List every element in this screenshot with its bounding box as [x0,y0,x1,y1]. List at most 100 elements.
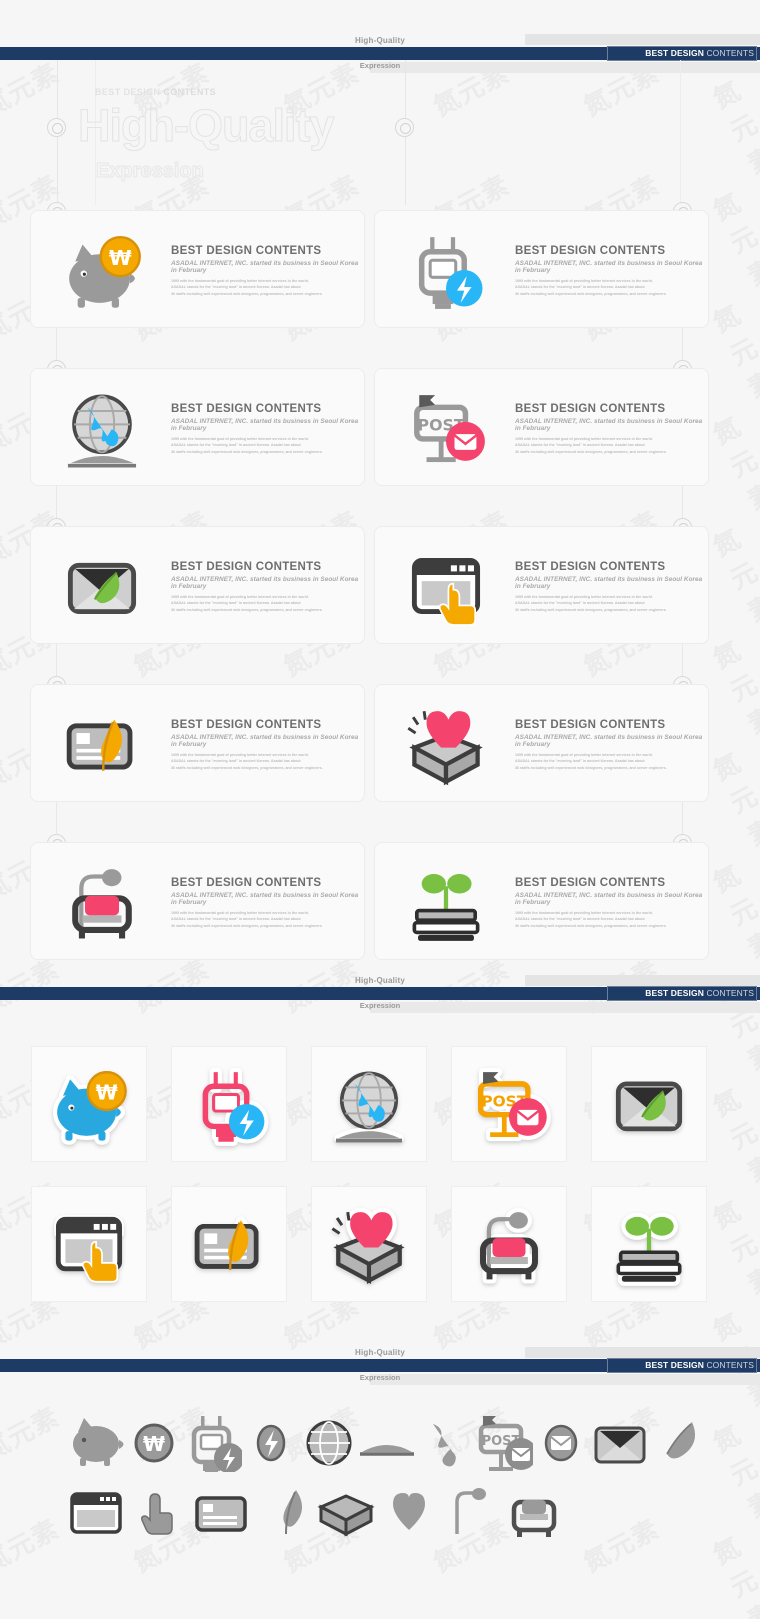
card-body: 1995 with the fundamental goal of provid… [515,436,703,455]
business-card-icon[interactable] [191,1480,251,1542]
card-body: 1995 with the fundamental goal of provid… [515,910,703,929]
open-book-icon[interactable] [357,1410,417,1472]
business-card-quill-icon [43,699,161,789]
header2-brand-label: BEST DESIGN CONTENTS [645,987,754,1000]
sticker-cell-eco-mail[interactable] [591,1046,707,1162]
feature-card-heart-box[interactable]: BEST DESIGN CONTENTS ASADAL INTERNET, IN… [374,684,709,802]
feature-card-power-plug-energy[interactable]: BEST DESIGN CONTENTS ASADAL INTERNET, IN… [374,210,709,328]
card-body-line-3: 36 staffs including well experienced web… [515,291,667,296]
power-plug-icon[interactable] [182,1410,245,1475]
sticker-cell-sprout-books[interactable] [591,1186,707,1302]
feature-card-card-quill[interactable]: BEST DESIGN CONTENTS ASADAL INTERNET, IN… [30,684,365,802]
card-lead: ASADAL INTERNET, INC. started its busine… [515,418,703,432]
card-heading: BEST DESIGN CONTENTS [171,719,322,731]
world-map-icon[interactable] [415,1410,475,1472]
feature-card-sprout-books[interactable]: BEST DESIGN CONTENTS ASADAL INTERNET, IN… [374,842,709,960]
watermark-mark: 氮元素 [706,629,760,741]
heart-icon[interactable] [379,1480,439,1542]
card-lead: ASADAL INTERNET, INC. started its busine… [171,260,359,274]
card-lead: ASADAL INTERNET, INC. started its busine… [515,734,703,748]
card-body: 1995 with the fundamental goal of provid… [171,752,359,771]
brand-bold: BEST DESIGN [645,48,704,58]
piggy-icon[interactable] [66,1410,126,1472]
hero-ring-right [395,118,414,137]
card-heading: BEST DESIGN CONTENTS [515,719,666,731]
card-body: 1995 with the fundamental goal of provid… [515,752,703,771]
sticker-cell-browser-click[interactable] [31,1186,147,1302]
quill-icon[interactable] [254,1480,314,1542]
envelope-leaf-icon [43,541,161,631]
card-text-block: BEST DESIGN CONTENTS ASADAL INTERNET, IN… [171,561,359,613]
section-header-3: High-Quality BEST DESIGN CONTENTS Expres… [0,1347,760,1394]
svg-text:₩: ₩ [143,1432,165,1456]
power-plug-icon [202,1068,269,1146]
sticker-cell-sofa-lamp[interactable] [451,1186,567,1302]
hero-subtitle: Expression [96,160,205,183]
card-heading: BEST DESIGN CONTENTS [515,877,666,889]
hero-kicker-bold: BEST DESIGN [95,87,161,97]
card-body: 1995 with the fundamental goal of provid… [515,278,703,297]
card-lead: ASADAL INTERNET, INC. started its busine… [515,576,703,590]
hero-guide-line-4 [680,60,681,205]
post-mailbox-icon: POST [387,383,505,473]
card-lead: ASADAL INTERNET, INC. started its busine… [171,576,359,590]
svg-text:₩: ₩ [109,246,132,270]
watermark-mark: 氮元素 [706,1525,760,1619]
pointing-hand-icon[interactable] [129,1480,189,1542]
watermark-mark: 氮元素 [706,741,760,853]
feature-card-post-mailbox[interactable]: POST BEST DESIGN CONTENTS ASADAL INTERNE… [374,368,709,486]
post-mailbox-icon[interactable]: POST [473,1410,538,1472]
card-body: 1995 with the fundamental goal of provid… [171,278,359,297]
sofa-lamp-icon [480,1208,538,1284]
card-heading: BEST DESIGN CONTENTS [171,245,322,257]
envelope-icon[interactable] [590,1410,650,1472]
svg-text:₩: ₩ [96,1080,118,1104]
sticker-cell-card-quill[interactable] [171,1186,287,1302]
card-heading: BEST DESIGN CONTENTS [515,403,666,415]
card-lead: ASADAL INTERNET, INC. started its busine… [515,260,703,274]
card-body-line-3: 36 staffs including well experienced web… [171,923,323,928]
header3-grey-band [525,1347,760,1358]
watermark-mark: 氮元素 [706,517,760,629]
feature-card-browser-click[interactable]: BEST DESIGN CONTENTS ASADAL INTERNET, IN… [374,526,709,644]
watermark-mark: 氮元素 [706,1077,760,1189]
floor-lamp-icon[interactable] [441,1480,501,1542]
card-heading: BEST DESIGN CONTENTS [171,403,322,415]
lightning-icon[interactable] [241,1410,301,1472]
sticker-cell-piggy-bank-won[interactable]: ₩ ₩ [31,1046,147,1162]
card-heading: BEST DESIGN CONTENTS [515,245,666,257]
card-body: 1995 with the fundamental goal of provid… [515,594,703,613]
business-card-quill-icon [194,1216,259,1270]
card-body-line-3: 36 staffs including well experienced web… [171,291,323,296]
card-text-block: BEST DESIGN CONTENTS ASADAL INTERNET, IN… [515,403,703,455]
card-text-block: BEST DESIGN CONTENTS ASADAL INTERNET, IN… [515,245,703,297]
browser-window-icon[interactable] [66,1480,126,1542]
card-body-line-3: 36 staffs including well experienced web… [171,449,323,454]
watermark-mark: 氮元素 [706,405,760,517]
won-coin-icon[interactable]: ₩ [124,1410,184,1472]
feature-card-sofa-lamp[interactable]: BEST DESIGN CONTENTS ASADAL INTERNET, IN… [30,842,365,960]
feature-card-eco-mail[interactable]: BEST DESIGN CONTENTS ASADAL INTERNET, IN… [30,526,365,644]
globe-icon[interactable] [299,1410,359,1472]
leaf-icon[interactable] [648,1410,708,1472]
sticker-cell-globe-book[interactable] [311,1046,427,1162]
envelope-leaf-icon [615,1081,683,1132]
card-body: 1995 with the fundamental goal of provid… [171,436,359,455]
card-lead: ASADAL INTERNET, INC. started its busine… [171,892,359,906]
card-body: 1995 with the fundamental goal of provid… [171,910,359,929]
section-header-2: High-Quality BEST DESIGN CONTENTS Expres… [0,975,760,1022]
hero-ring-left [47,118,66,137]
feature-card-globe-book[interactable]: BEST DESIGN CONTENTS ASADAL INTERNET, IN… [30,368,365,486]
armchair-icon[interactable] [504,1480,564,1542]
open-box-icon[interactable] [316,1480,376,1542]
card-heading: BEST DESIGN CONTENTS [171,877,322,889]
sticker-cell-power-plug-energy[interactable] [171,1046,287,1162]
card-text-block: BEST DESIGN CONTENTS ASADAL INTERNET, IN… [171,403,359,455]
sticker-cell-heart-box[interactable] [311,1186,427,1302]
sticker-cell-post-mailbox[interactable]: POST POST [451,1046,567,1162]
card-body-line-3: 36 staffs including well experienced web… [515,449,667,454]
feature-card-piggy-bank-won[interactable]: ₩ BEST DESIGN CONTENTS ASADAL INTERNET, … [30,210,365,328]
envelope-circle-icon[interactable] [531,1410,591,1472]
card-body: 1995 with the fundamental goal of provid… [171,594,359,613]
header-high-quality-label: High-Quality [355,36,405,45]
